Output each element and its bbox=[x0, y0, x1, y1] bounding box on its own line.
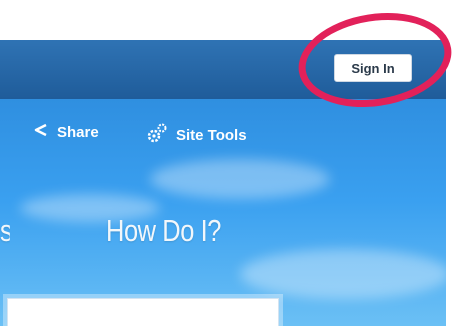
content-panel bbox=[7, 298, 279, 326]
share-link[interactable]: Share bbox=[33, 122, 99, 142]
hero-banner: Share Site Tools s How Do I? bbox=[0, 99, 446, 326]
site-tools-label: Site Tools bbox=[176, 126, 247, 144]
nav-item-partial[interactable]: s bbox=[0, 213, 10, 249]
site-tools-link[interactable]: Site Tools bbox=[146, 122, 247, 148]
share-icon bbox=[33, 122, 49, 142]
share-label: Share bbox=[57, 123, 99, 141]
gear-icon bbox=[146, 122, 168, 148]
nav-item-how-do-i[interactable]: How Do I? bbox=[106, 213, 221, 249]
